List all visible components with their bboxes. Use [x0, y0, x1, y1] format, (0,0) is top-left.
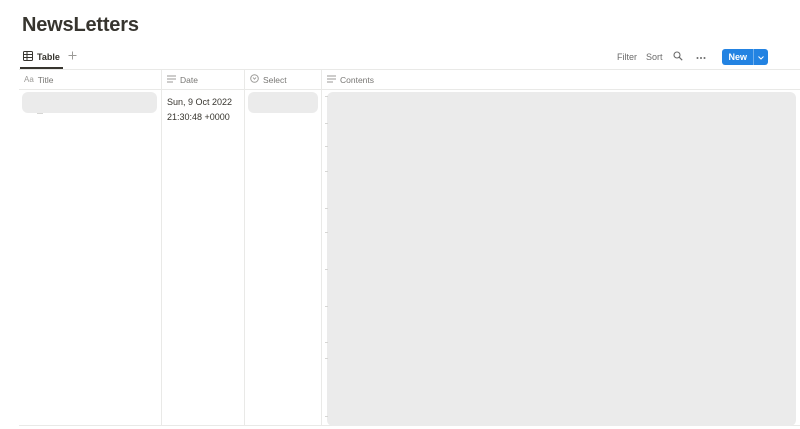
redacted-select-cell[interactable] — [248, 92, 318, 113]
table-icon — [23, 51, 33, 63]
sort-button[interactable]: Sort — [646, 52, 663, 62]
table-header: Aa Title Date Select Contents — [19, 70, 800, 90]
redaction-artifact — [325, 358, 328, 359]
filter-button[interactable]: Filter — [617, 52, 637, 62]
redaction-artifact — [325, 208, 328, 209]
column-header-label: Title — [37, 74, 54, 85]
new-button[interactable]: New — [722, 49, 768, 65]
date-cell-line: 21:30:48 +0000 — [167, 112, 230, 122]
database-table: Aa Title Date Select Contents Sun, 9 Oct… — [19, 69, 800, 429]
search-button[interactable] — [671, 50, 685, 64]
redaction-artifact — [325, 269, 328, 270]
column-header-label: Date — [180, 74, 198, 85]
column-divider — [321, 70, 322, 425]
redaction-artifact — [325, 123, 328, 124]
database-toolbar: Filter Sort New — [617, 48, 768, 66]
database-page: NewsLetters Table Filter Sort New Aa Tit… — [0, 0, 800, 429]
new-button-label: New — [728, 52, 747, 62]
chevron-down-icon — [758, 52, 764, 62]
redaction-artifact — [325, 146, 328, 147]
redaction-artifact — [325, 232, 328, 233]
redaction-artifact — [325, 342, 328, 343]
page-title[interactable]: NewsLetters — [22, 14, 139, 37]
date-cell[interactable]: Sun, 9 Oct 2022 21:30:48 +0000 — [167, 95, 232, 125]
more-options-button[interactable] — [694, 50, 708, 64]
redaction-artifact — [37, 113, 43, 114]
column-header-select[interactable]: Select — [245, 70, 322, 89]
column-header-label: Select — [263, 74, 287, 85]
view-bar: Table Filter Sort New — [20, 47, 800, 69]
add-view-button[interactable] — [65, 48, 79, 64]
column-divider — [161, 70, 162, 425]
text-aa-icon: Aa — [24, 75, 34, 84]
redaction-artifact — [325, 171, 328, 172]
redaction-artifact — [325, 306, 328, 307]
tab-table-label: Table — [37, 52, 60, 62]
column-divider — [244, 70, 245, 425]
redaction-artifact — [325, 416, 328, 417]
column-header-title[interactable]: Aa Title — [19, 70, 162, 89]
search-icon — [673, 51, 684, 63]
select-circle-icon — [250, 74, 259, 85]
redaction-artifact — [325, 96, 328, 97]
new-dropdown-button[interactable] — [753, 49, 768, 65]
lines-icon — [327, 75, 336, 85]
column-header-date[interactable]: Date — [162, 70, 245, 89]
plus-icon — [68, 47, 77, 65]
column-header-label: Contents — [340, 74, 375, 85]
lines-icon — [167, 75, 176, 85]
redacted-contents-cell[interactable] — [327, 92, 796, 426]
ellipsis-icon — [696, 52, 706, 62]
redacted-title-cell[interactable] — [22, 92, 157, 113]
column-header-contents[interactable]: Contents — [322, 70, 622, 89]
date-cell-line: Sun, 9 Oct 2022 — [167, 97, 233, 107]
tab-table[interactable]: Table — [20, 47, 63, 69]
